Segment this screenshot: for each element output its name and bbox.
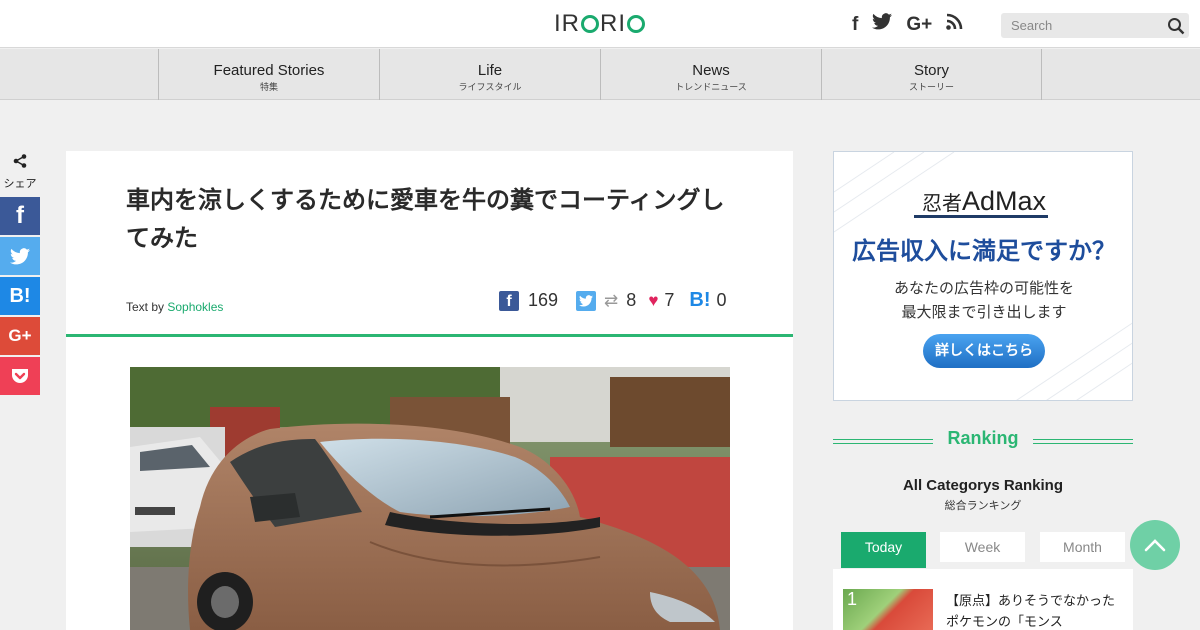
advertisement-banner[interactable]: 忍者AdMax 広告収入に満足ですか？ あなたの広告枠の可能性を 最大限まで引き…: [833, 151, 1133, 401]
rss-icon[interactable]: [946, 13, 963, 36]
ranking-thumbnail: 1: [843, 589, 933, 630]
nav-item-label: Story: [913, 62, 949, 79]
article-photo: [130, 367, 730, 630]
ad-brand: 忍者AdMax: [834, 186, 1132, 217]
share-label-text: シェア: [3, 177, 37, 190]
ad-headline: 広告収入に満足ですか？: [852, 237, 1116, 265]
site-logo[interactable]: IR RI: [554, 10, 646, 38]
search-box: [1001, 13, 1189, 38]
ranking-item-title: 【原点】ありそうでなかったポケモンの「モンス: [946, 594, 1116, 630]
facebook-icon[interactable]: f: [852, 14, 858, 36]
share-icon: [0, 154, 40, 172]
nav-item-news[interactable]: News トレンドニュース: [600, 49, 821, 100]
retweet-icon[interactable]: ⇄: [604, 291, 618, 311]
tab-month[interactable]: Month: [1040, 532, 1125, 562]
nav-item-label: News: [692, 62, 730, 79]
author-link[interactable]: Sophokles: [167, 300, 223, 314]
twitter-icon: [10, 247, 30, 264]
ad-brand-jp: 忍者: [921, 191, 962, 215]
nav-item-label: Featured Stories: [213, 62, 325, 79]
ad-body-line: 最大限まで引き出します: [901, 303, 1067, 321]
ranking-subtitle-block: All Categorys Ranking 総合ランキング: [833, 477, 1133, 513]
ranking-number: 1: [847, 589, 858, 609]
share-pocket-button[interactable]: [0, 357, 40, 395]
search-input[interactable]: [1001, 13, 1151, 38]
ranking-subtitle: All Categorys Ranking: [902, 477, 1064, 494]
article-card: 車内を涼しくするために愛車を牛の糞でコーティングしてみた Text by Sop…: [66, 151, 793, 630]
google-plus-icon: G+: [8, 326, 32, 345]
nav-item-sublabel: ストーリー: [908, 83, 954, 93]
ad-brand-en: AdMax: [961, 186, 1047, 216]
retweet-count: 8: [626, 290, 637, 310]
top-header: IR RI f G+: [0, 0, 1200, 48]
search-icon[interactable]: [1167, 17, 1185, 35]
ranking-title: Ranking: [947, 428, 1019, 448]
share-label: シェア: [0, 154, 40, 191]
nav-item-featured-stories[interactable]: Featured Stories 特集: [158, 49, 379, 100]
header-social-links: f G+: [852, 13, 963, 36]
back-to-top-button[interactable]: [1130, 520, 1180, 570]
google-plus-icon[interactable]: G+: [906, 14, 932, 36]
hatena-icon[interactable]: B!: [689, 289, 710, 312]
ad-details-button[interactable]: 詳しくはこちら: [923, 334, 1045, 368]
main-nav: Featured Stories 特集 Life ライフスタイル News トレ…: [0, 49, 1200, 100]
tab-today[interactable]: Today: [841, 532, 926, 568]
like-count: 7: [664, 290, 675, 310]
article-title: 車内を涼しくするために愛車を牛の糞でコーティングしてみた: [126, 186, 725, 252]
twitter-icon[interactable]: [576, 290, 597, 311]
ad-body-line: あなたの広告枠の可能性を: [893, 279, 1074, 297]
nav-item-sublabel: トレンドニュース: [675, 83, 747, 93]
share-hatena-button[interactable]: B!: [0, 277, 40, 315]
pocket-icon: [12, 369, 28, 383]
nav-item-story[interactable]: Story ストーリー: [821, 49, 1042, 100]
ad-body: あなたの広告枠の可能性を 最大限まで引き出します: [834, 276, 1132, 324]
facebook-count: 169: [528, 290, 559, 310]
heart-icon[interactable]: ♥: [648, 291, 658, 311]
nav-item-label: Life: [477, 62, 503, 79]
hatena-icon: B!: [9, 284, 31, 307]
share-twitter-button[interactable]: [0, 237, 40, 275]
facebook-icon: f: [16, 202, 24, 229]
ranking-list-item[interactable]: 1 【原点】ありそうでなかったポケモンの「モンス: [833, 569, 1133, 630]
article-divider: [66, 334, 793, 337]
ad-brand-underline: [914, 215, 1048, 218]
facebook-icon[interactable]: f: [499, 290, 519, 311]
nav-item-life[interactable]: Life ライフスタイル: [379, 49, 600, 100]
tab-week[interactable]: Week: [940, 532, 1025, 562]
byline-prefix: Text by: [126, 300, 165, 314]
share-counts: f 169 ⇄ 8 ♥ 7 B! 0: [499, 289, 727, 312]
hatena-count: 0: [716, 290, 727, 310]
share-google-plus-button[interactable]: G+: [0, 317, 40, 355]
nav-item-sublabel: ライフスタイル: [458, 83, 522, 93]
share-facebook-button[interactable]: f: [0, 197, 40, 235]
byline: Text by Sophokles: [126, 300, 223, 314]
twitter-icon[interactable]: [872, 13, 893, 36]
ranking-subtitle-jp: 総合ランキング: [944, 499, 1022, 512]
nav-item-sublabel: 特集: [259, 83, 278, 93]
chevron-up-icon: [1144, 539, 1166, 552]
